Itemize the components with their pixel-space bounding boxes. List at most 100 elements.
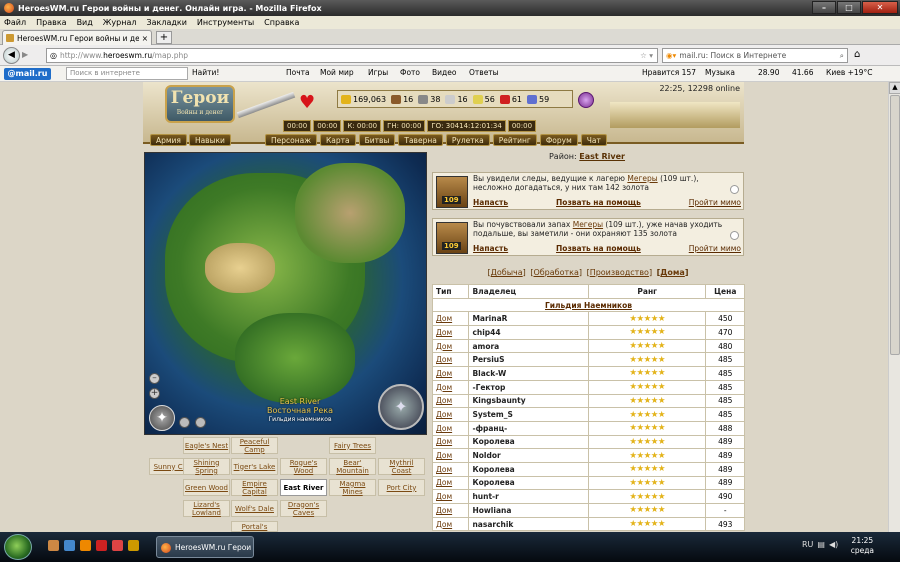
tray-network-icon[interactable]: ▤ [817,540,825,549]
toolbar-music[interactable]: Музыка [705,68,735,77]
tray-lang[interactable]: RU [802,540,813,549]
cell-type[interactable]: Дом [431,352,470,368]
event-close-icon[interactable] [730,185,739,194]
skip-link[interactable]: Пройти мимо [689,198,741,207]
cell-type[interactable]: Дом [431,475,470,491]
region-link[interactable]: Rogue's Wood [280,458,327,475]
region-link[interactable]: Portal's [231,521,278,532]
search-engine-icon[interactable]: ◉▾ [666,51,676,60]
quicklaunch-icon-4[interactable] [96,540,107,551]
region-link[interactable]: Green Wood [183,479,230,496]
toolbar-answers[interactable]: Ответы [469,68,499,77]
monster-avatar[interactable]: 109 [436,176,468,208]
cell-owner[interactable]: Королева [468,461,589,477]
district-name[interactable]: East River [579,152,625,161]
cell-type[interactable]: Дом [431,420,470,436]
cell-owner[interactable]: Howliana [468,503,589,518]
start-button[interactable] [4,534,32,560]
cell-type[interactable]: Дом [431,379,470,395]
mailru-search-input[interactable]: Поиск в интернете [66,67,188,80]
search-icon[interactable]: ⌕ [840,51,844,61]
page-scrollbar[interactable]: ▲ [888,82,900,532]
attack-link[interactable]: Напасть [473,244,508,253]
forward-button[interactable]: ▶ [22,50,34,61]
taskbar-firefox-item[interactable]: HeroesWM.ru Герои ... [156,536,254,558]
cell-type[interactable]: Дом [431,311,470,327]
cell-owner[interactable]: chip44 [468,325,589,340]
zoom-out-button[interactable]: – [149,373,160,384]
cell-type[interactable]: Дом [431,325,470,340]
skip-link[interactable]: Пройти мимо [689,244,741,253]
region-link[interactable]: Fairy Trees [329,437,376,454]
cell-type[interactable]: Дом [431,407,470,422]
nav-roulette[interactable]: Рулетка [445,134,490,146]
call-help-link[interactable]: Позвать на помощь [556,198,641,207]
nav-forum[interactable]: Форум [539,134,578,146]
maximize-button[interactable]: □ [837,1,861,14]
back-button[interactable]: ◀ [3,47,20,64]
cell-owner[interactable]: PersiuS [468,352,589,368]
menu-edit[interactable]: Правка [36,18,66,27]
quicklaunch-icon-5[interactable] [112,540,123,551]
region-link[interactable]: Lizard's Lowland [183,500,230,517]
cell-type[interactable]: Дом [431,448,470,463]
cell-type[interactable]: Дом [431,366,470,381]
guild-header[interactable]: Гильдия Наемников [432,297,745,313]
cell-type[interactable]: Дом [431,338,470,354]
menu-file[interactable]: Файл [4,18,26,27]
region-link[interactable]: Peaceful Camp [231,437,278,454]
region-link[interactable]: Mythril Coast [378,458,425,475]
event-close-icon[interactable] [730,231,739,240]
search-input[interactable]: ◉▾ mail.ru: Поиск в Интернете ⌕ [662,48,848,63]
region-link[interactable]: Magma Mines [329,479,376,496]
cell-owner[interactable]: Королева [468,475,589,491]
home-icon[interactable]: ⌂ [854,49,860,60]
region-link[interactable]: Empire Capital [231,479,278,496]
close-window-button[interactable]: ✕ [862,1,898,14]
nav-battles[interactable]: Битвы [358,134,396,146]
menu-view[interactable]: Вид [77,18,93,27]
attack-link[interactable]: Напасть [473,198,508,207]
bookmark-star-icon[interactable]: ☆ ▾ [640,51,653,60]
cell-owner[interactable]: Королева [468,434,589,450]
quicklaunch-icon-2[interactable] [64,540,75,551]
filter-extraction[interactable]: Добыча [491,268,523,277]
mailru-search-button[interactable]: Найти! [192,68,219,77]
cell-type[interactable]: Дом [431,516,470,532]
mailru-logo[interactable]: @mail.ru [4,68,51,80]
region-link[interactable]: Bear' Mountain [329,458,376,475]
region-link[interactable]: Port City [378,479,425,496]
menu-help[interactable]: Справка [264,18,299,27]
cell-type[interactable]: Дом [431,434,470,450]
menu-bookmarks[interactable]: Закладки [146,18,186,27]
cell-owner[interactable]: amora [468,338,589,354]
cell-owner[interactable]: Noldor [468,448,589,463]
toolbar-video[interactable]: Видео [432,68,456,77]
cell-owner[interactable]: Kingsbaunty [468,393,589,409]
zoom-in-button[interactable]: + [149,388,160,399]
cell-owner[interactable]: -франц- [468,420,589,436]
toolbar-mail[interactable]: Почта [286,68,310,77]
toolbar-my-world[interactable]: Мой мир [320,68,354,77]
menu-tools[interactable]: Инструменты [197,18,254,27]
cell-owner[interactable]: MarinaR [468,311,589,327]
world-map[interactable]: – + ✦ East River Восточная Река Гильдия … [144,152,427,435]
tray-volume-icon[interactable]: ◀) [829,540,838,549]
menu-history[interactable]: Журнал [103,18,137,27]
game-logo[interactable]: Герои Войны и денег [165,85,235,123]
cell-owner[interactable]: hunt-r [468,489,589,504]
map-toggle-icon[interactable] [195,417,206,428]
region-link[interactable]: Tiger's Lake [231,458,278,475]
quicklaunch-icon-1[interactable] [48,540,59,551]
tab-close-icon[interactable]: × [142,34,148,43]
cell-type[interactable]: Дом [431,489,470,504]
nav-army[interactable]: Армия [150,134,187,146]
monster-avatar[interactable]: 109 [436,222,468,254]
new-tab-button[interactable]: + [156,31,172,44]
call-help-link[interactable]: Позвать на помощь [556,244,641,253]
cell-type[interactable]: Дом [431,393,470,409]
region-link[interactable]: Shining Spring [183,458,230,475]
toolbar-likes[interactable]: Нравится 157 [642,68,696,77]
cell-owner[interactable]: nasarchik [468,516,589,532]
nav-rating[interactable]: Рейтинг [492,134,537,146]
